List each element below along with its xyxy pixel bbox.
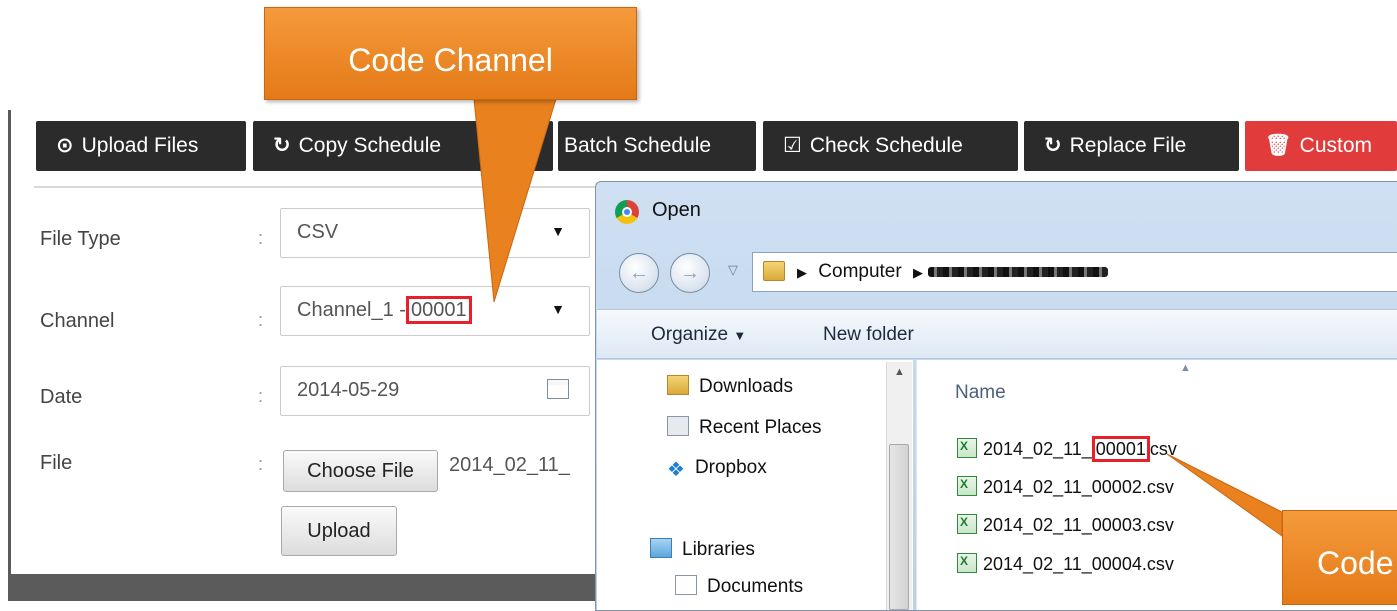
callout-pointers <box>473 98 1283 537</box>
callout-pointer-secondary <box>1166 453 1283 537</box>
code-channel-callout: Code Channel <box>264 7 637 100</box>
code-callout: Code <box>1282 510 1397 605</box>
callout-pointer-main <box>473 98 557 303</box>
